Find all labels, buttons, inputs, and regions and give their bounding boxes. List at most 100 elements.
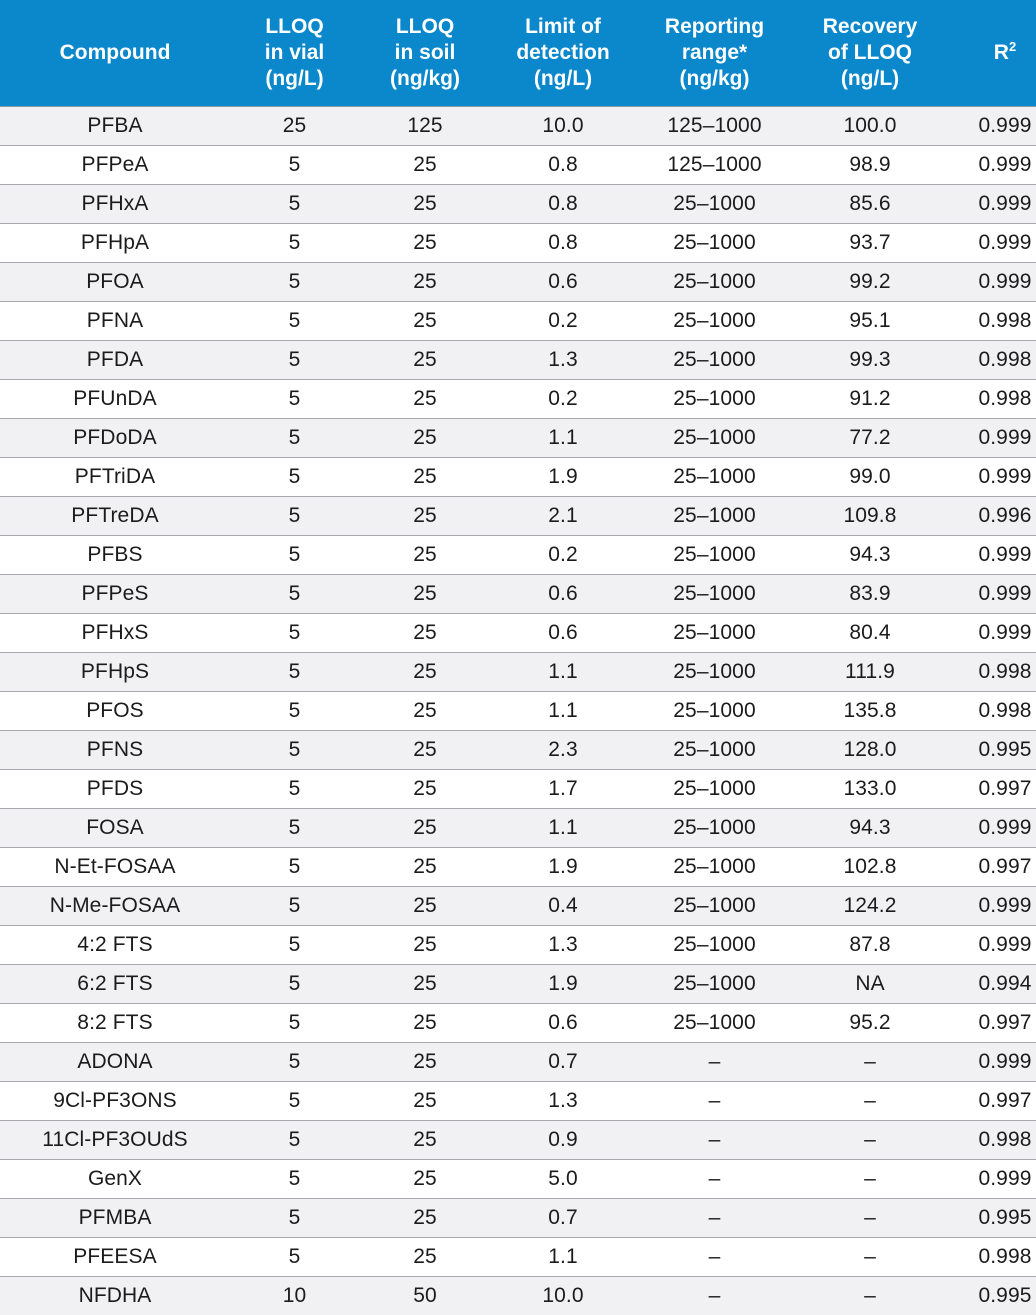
cell-compound: 9Cl-PF3ONS <box>0 1082 230 1121</box>
table-row: 8:2 FTS5250.625–100095.20.997 <box>0 1004 1036 1043</box>
cell-lloq-vial: 5 <box>230 497 359 536</box>
cell-lod: 0.6 <box>491 575 635 614</box>
table-row: PFDA5251.325–100099.30.998 <box>0 341 1036 380</box>
cell-lod: 1.1 <box>491 692 635 731</box>
cell-lloq-vial: 5 <box>230 1121 359 1160</box>
cell-range: – <box>635 1199 794 1238</box>
cell-r2: 0.998 <box>946 302 1036 341</box>
table-row: PFDoDA5251.125–100077.20.999 <box>0 419 1036 458</box>
cell-recovery: 94.3 <box>794 536 946 575</box>
table-row: PFPeS5250.625–100083.90.999 <box>0 575 1036 614</box>
cell-lod: 10.0 <box>491 1277 635 1315</box>
cell-lod: 10.0 <box>491 107 635 146</box>
table-row: PFUnDA5250.225–100091.20.998 <box>0 380 1036 419</box>
cell-lloq-soil: 25 <box>359 809 491 848</box>
cell-recovery: 99.0 <box>794 458 946 497</box>
table-row: ADONA5250.7––0.999 <box>0 1043 1036 1082</box>
cell-compound: PFDoDA <box>0 419 230 458</box>
cell-range: 25–1000 <box>635 809 794 848</box>
cell-recovery: 109.8 <box>794 497 946 536</box>
cell-lloq-soil: 25 <box>359 575 491 614</box>
cell-recovery: – <box>794 1199 946 1238</box>
cell-lloq-vial: 5 <box>230 185 359 224</box>
cell-lod: 2.1 <box>491 497 635 536</box>
cell-lloq-soil: 25 <box>359 1121 491 1160</box>
table-row: PFDS5251.725–1000133.00.997 <box>0 770 1036 809</box>
cell-lloq-vial: 25 <box>230 107 359 146</box>
table-row: PFTriDA5251.925–100099.00.999 <box>0 458 1036 497</box>
cell-range: 25–1000 <box>635 341 794 380</box>
cell-lod: 0.6 <box>491 1004 635 1043</box>
cell-compound: 6:2 FTS <box>0 965 230 1004</box>
cell-range: 25–1000 <box>635 302 794 341</box>
cell-r2: 0.999 <box>946 146 1036 185</box>
cell-lloq-vial: 5 <box>230 887 359 926</box>
cell-recovery: 102.8 <box>794 848 946 887</box>
cell-recovery: 133.0 <box>794 770 946 809</box>
cell-range: 125–1000 <box>635 107 794 146</box>
cell-r2: 0.997 <box>946 1004 1036 1043</box>
cell-range: – <box>635 1160 794 1199</box>
table-row: PFHxS5250.625–100080.40.999 <box>0 614 1036 653</box>
cell-r2: 0.997 <box>946 1082 1036 1121</box>
cell-lod: 5.0 <box>491 1160 635 1199</box>
cell-compound: PFHpA <box>0 224 230 263</box>
cell-lloq-vial: 5 <box>230 965 359 1004</box>
cell-r2: 0.998 <box>946 692 1036 731</box>
cell-compound: 11Cl-PF3OUdS <box>0 1121 230 1160</box>
cell-recovery: 98.9 <box>794 146 946 185</box>
cell-range: 25–1000 <box>635 1004 794 1043</box>
cell-lod: 0.6 <box>491 263 635 302</box>
cell-recovery: 100.0 <box>794 107 946 146</box>
table-row: 11Cl-PF3OUdS5250.9––0.998 <box>0 1121 1036 1160</box>
pfas-method-performance-table: Compound LLOQ in vial (ng/L) LLOQ in soi… <box>0 0 1036 1315</box>
cell-range: 25–1000 <box>635 575 794 614</box>
cell-recovery: – <box>794 1160 946 1199</box>
cell-lloq-soil: 25 <box>359 731 491 770</box>
cell-r2: 0.995 <box>946 731 1036 770</box>
cell-recovery: 77.2 <box>794 419 946 458</box>
cell-lloq-vial: 5 <box>230 614 359 653</box>
cell-range: 25–1000 <box>635 224 794 263</box>
cell-recovery: 111.9 <box>794 653 946 692</box>
column-header-lloq-in-vial: LLOQ in vial (ng/L) <box>230 0 359 107</box>
cell-compound: PFOS <box>0 692 230 731</box>
r-squared-superscript: 2 <box>1009 39 1016 54</box>
cell-r2: 0.994 <box>946 965 1036 1004</box>
table-row: PFNS5252.325–1000128.00.995 <box>0 731 1036 770</box>
cell-range: – <box>635 1082 794 1121</box>
cell-lloq-soil: 25 <box>359 1082 491 1121</box>
cell-r2: 0.999 <box>946 185 1036 224</box>
cell-compound: NFDHA <box>0 1277 230 1315</box>
cell-recovery: – <box>794 1043 946 1082</box>
cell-lod: 1.1 <box>491 419 635 458</box>
table-row: N-Me-FOSAA5250.425–1000124.20.999 <box>0 887 1036 926</box>
table-row: PFOS5251.125–1000135.80.998 <box>0 692 1036 731</box>
cell-compound: PFNS <box>0 731 230 770</box>
cell-r2: 0.998 <box>946 341 1036 380</box>
cell-lloq-vial: 5 <box>230 1004 359 1043</box>
cell-lloq-soil: 25 <box>359 146 491 185</box>
cell-lod: 1.1 <box>491 809 635 848</box>
cell-recovery: 83.9 <box>794 575 946 614</box>
cell-lloq-vial: 5 <box>230 1199 359 1238</box>
cell-lloq-vial: 5 <box>230 1160 359 1199</box>
cell-r2: 0.999 <box>946 887 1036 926</box>
cell-r2: 0.995 <box>946 1277 1036 1315</box>
cell-range: 25–1000 <box>635 887 794 926</box>
table-row: PFPeA5250.8125–100098.90.999 <box>0 146 1036 185</box>
cell-recovery: 99.2 <box>794 263 946 302</box>
cell-compound: N-Et-FOSAA <box>0 848 230 887</box>
cell-r2: 0.999 <box>946 419 1036 458</box>
cell-lloq-vial: 10 <box>230 1277 359 1315</box>
cell-compound: 8:2 FTS <box>0 1004 230 1043</box>
cell-lloq-vial: 5 <box>230 809 359 848</box>
cell-compound: N-Me-FOSAA <box>0 887 230 926</box>
cell-lod: 1.3 <box>491 341 635 380</box>
cell-r2: 0.999 <box>946 458 1036 497</box>
cell-lod: 0.7 <box>491 1043 635 1082</box>
cell-range: 25–1000 <box>635 692 794 731</box>
cell-lloq-soil: 25 <box>359 458 491 497</box>
table-row: PFBA2512510.0125–1000100.00.999 <box>0 107 1036 146</box>
cell-compound: PFMBA <box>0 1199 230 1238</box>
